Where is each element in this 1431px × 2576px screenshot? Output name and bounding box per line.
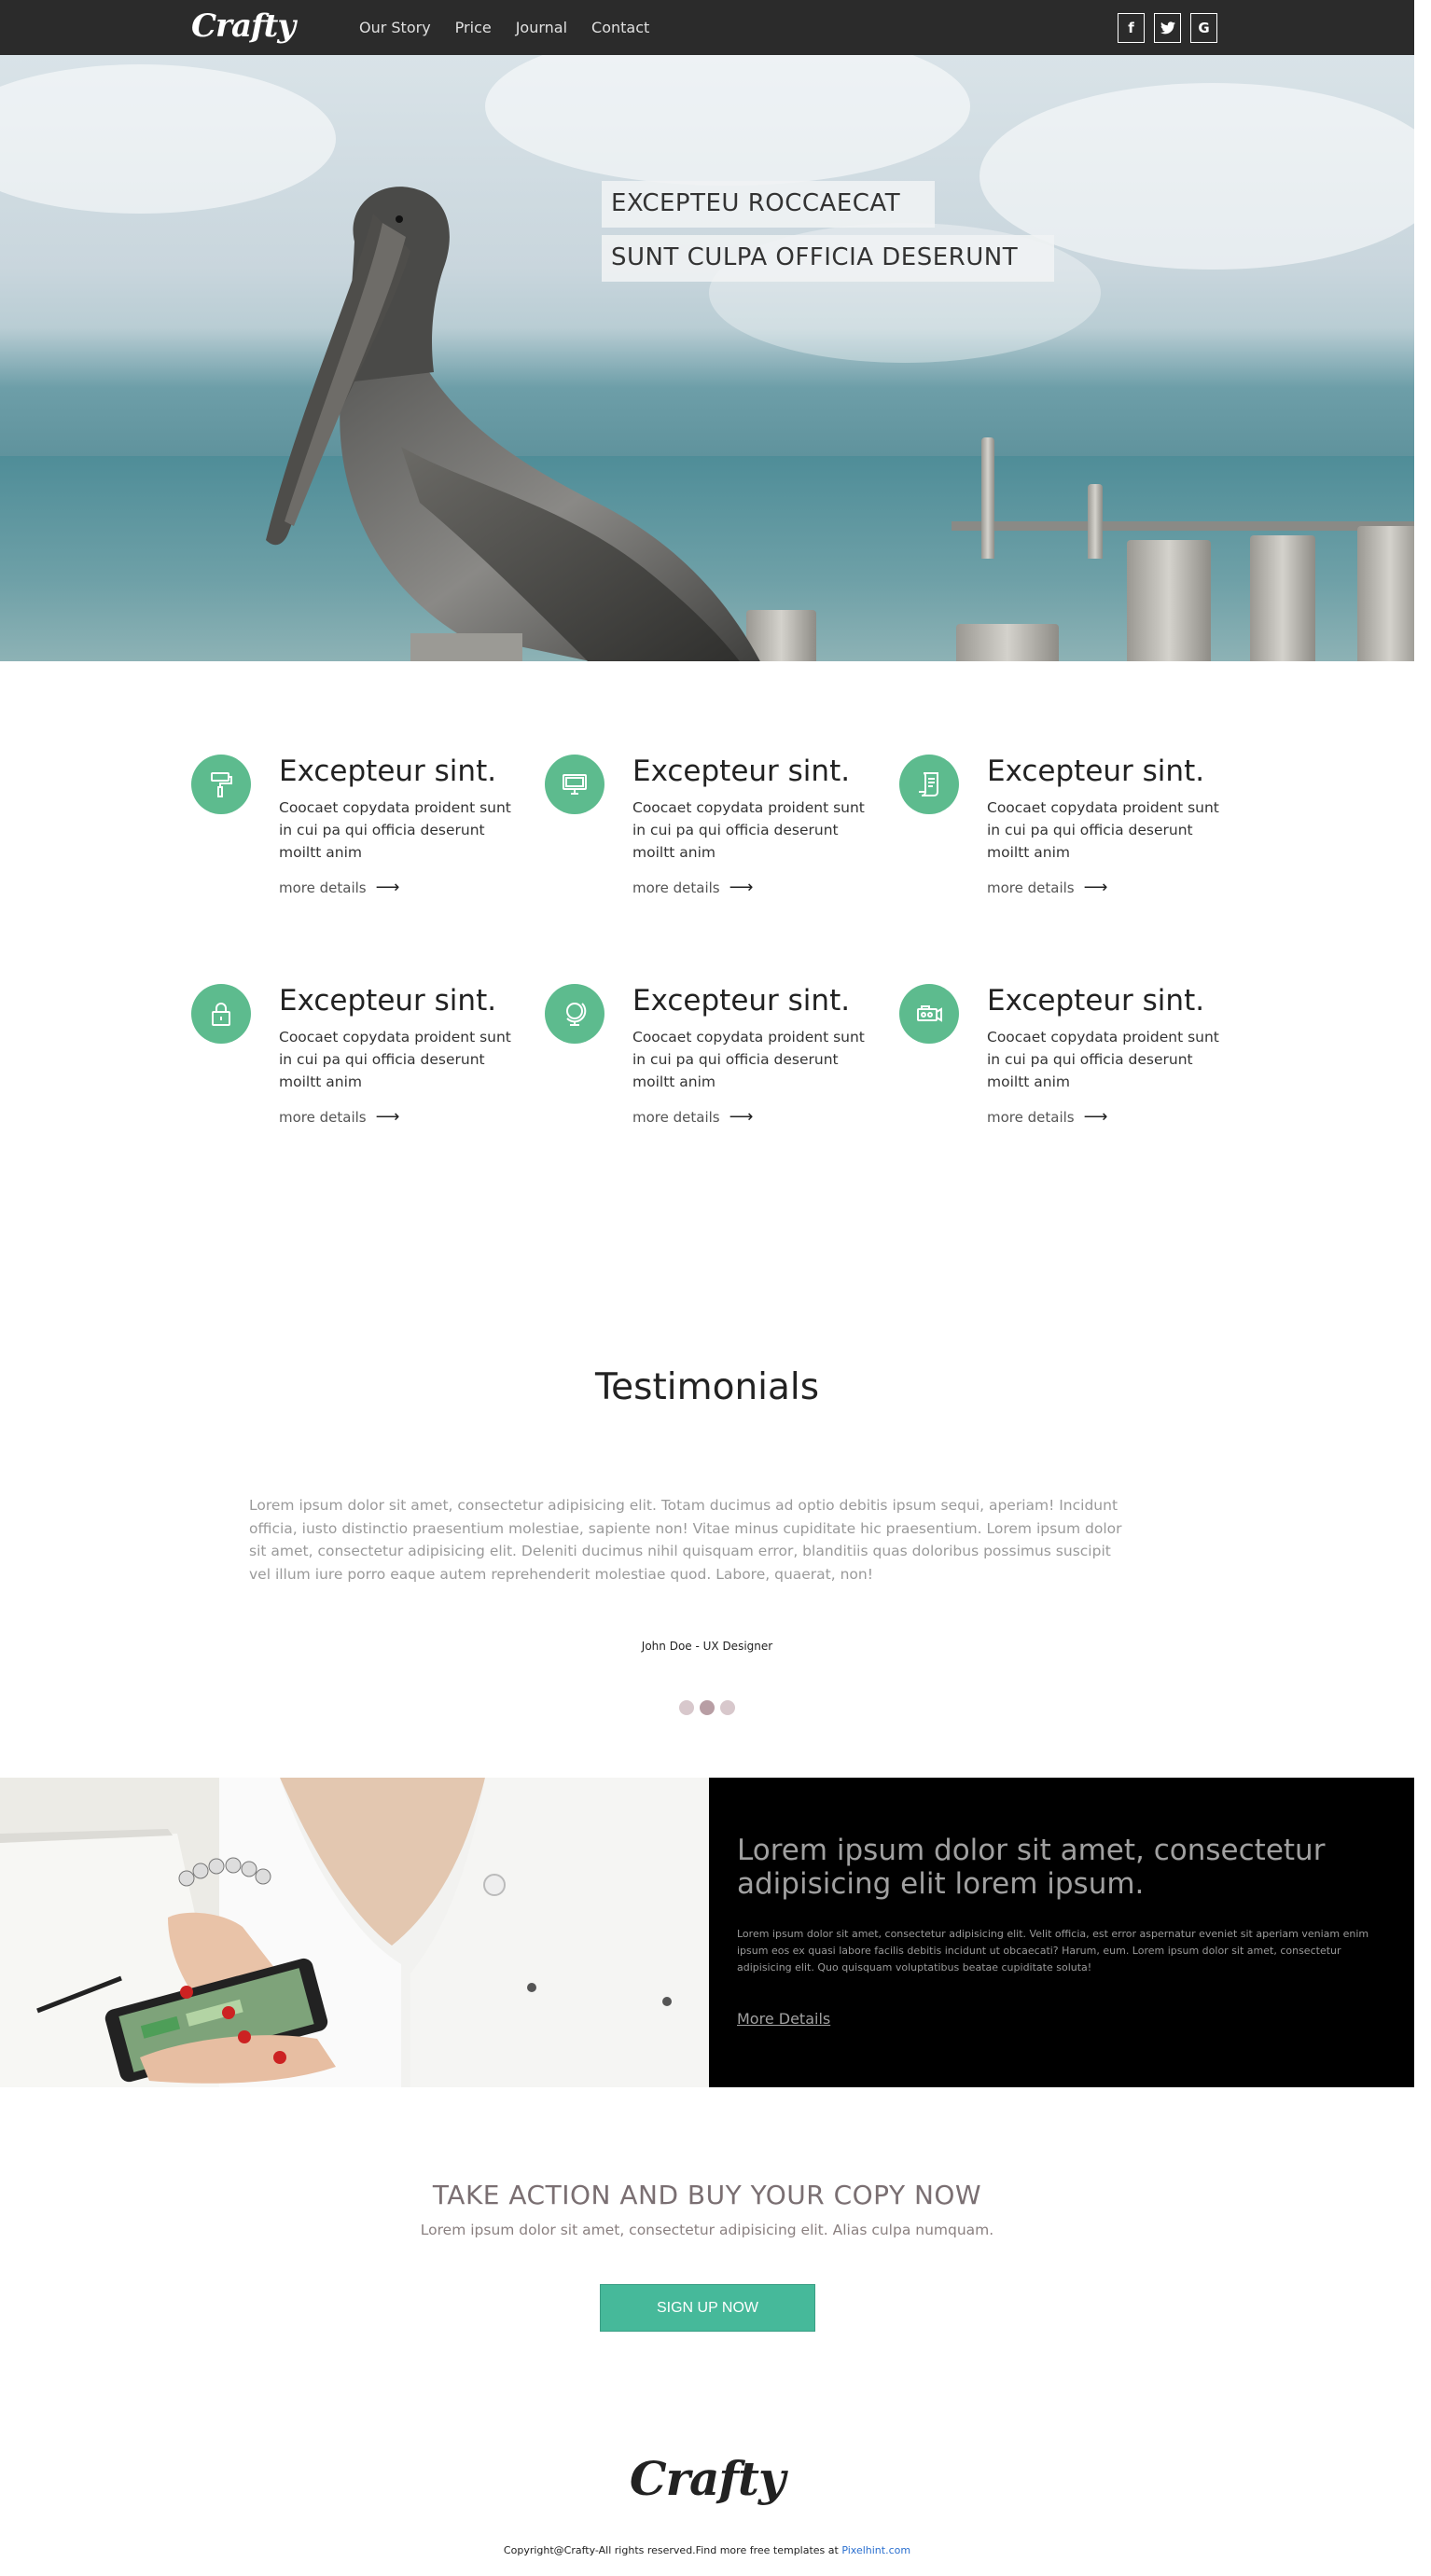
cta-subtitle: Lorem ipsum dolor sit amet, consectetur …	[420, 2222, 994, 2238]
footer-logo[interactable]: Crafty	[0, 2451, 1414, 2506]
more-details-label[interactable]: more details	[279, 1109, 367, 1126]
feature-title: Excepteur sint.	[279, 984, 497, 1018]
feature-text: Coocaet copydata proident sunt in cui pa…	[987, 799, 1219, 861]
testimonials-title: Testimonials	[594, 1366, 820, 1408]
copyright: Copyright@Crafty-All rights reserved.Fin…	[0, 2544, 1414, 2556]
testimonial-quote: Lorem ipsum dolor sit amet, consectetur …	[249, 1497, 1122, 1583]
pier-post	[956, 624, 1059, 661]
nav-link-contact[interactable]: Contact	[591, 19, 649, 36]
cta-title: TAKE ACTION AND BUY YOUR COPY NOW	[432, 2180, 982, 2210]
arrow-right-icon: ⟶	[729, 1107, 754, 1127]
navbar: Crafty Our Story Price Journal Contact f…	[0, 0, 1414, 55]
facebook-icon[interactable]: f	[1118, 13, 1145, 43]
hero-caption-1: EXCEPTEU ROCCAECAT	[602, 181, 935, 228]
more-details-link[interactable]: more details ⟶	[987, 1107, 1107, 1127]
feature-title: Excepteur sint.	[632, 984, 851, 1018]
pier-post	[981, 437, 994, 559]
more-details-label[interactable]: more details	[279, 879, 367, 896]
more-details-label[interactable]: more details	[632, 879, 720, 896]
nav-link-our-story[interactable]: Our Story	[359, 19, 431, 36]
more-details-label[interactable]: more details	[987, 1109, 1075, 1126]
feature-title: Excepteur sint.	[279, 755, 497, 788]
arrow-right-icon: ⟶	[1083, 1107, 1108, 1127]
page: Crafty Our Story Price Journal Contact f…	[0, 0, 1431, 2576]
hero-caption-2: SUNT CULPA OFFICIA DESERUNT	[602, 235, 1054, 282]
scroll-icon	[899, 755, 959, 814]
more-details-link[interactable]: More Details	[737, 2010, 830, 2028]
pier-post	[1088, 484, 1103, 559]
feature-text: Coocaet copydata proident sunt in cui pa…	[632, 799, 865, 861]
pier	[952, 521, 1414, 531]
phone-in-hand-image	[0, 1778, 709, 2087]
carousel-dot-3[interactable]	[720, 1700, 735, 1715]
carousel-dot-2[interactable]	[700, 1700, 715, 1715]
more-details-link[interactable]: more details ⟶	[987, 878, 1107, 897]
promo-panel: Lorem ipsum dolor sit amet, consectetur …	[709, 1778, 1414, 2087]
social-links: f G	[1118, 13, 1217, 43]
copyright-text: Copyright@Crafty-All rights reserved.Fin…	[503, 2544, 842, 2556]
pier-post	[1250, 535, 1315, 661]
paint-roller-icon	[191, 755, 251, 814]
more-details-link[interactable]: more details ⟶	[632, 1107, 753, 1127]
more-details-link[interactable]: more details ⟶	[632, 878, 753, 897]
carousel-dot-1[interactable]	[679, 1700, 694, 1715]
feature-text: Coocaet copydata proident sunt in cui pa…	[279, 799, 511, 861]
photo-illustration	[0, 1778, 709, 2087]
feature-card: Excepteur sint. Coocaet copydata proiden…	[545, 755, 881, 922]
nav-link-price[interactable]: Price	[455, 19, 492, 36]
logo[interactable]: Crafty	[191, 7, 296, 45]
feature-title: Excepteur sint.	[987, 984, 1205, 1018]
feature-card: Excepteur sint. Coocaet copydata proiden…	[545, 984, 881, 1152]
pier-post	[1127, 540, 1211, 661]
pier-post	[1357, 526, 1414, 661]
twitter-icon[interactable]	[1154, 13, 1181, 43]
padlock-icon	[191, 984, 251, 1044]
promo-text: Lorem ipsum dolor sit amet, consectetur …	[737, 1928, 1369, 1974]
google-plus-icon[interactable]: G	[1190, 13, 1217, 43]
nav-links: Our Story Price Journal Contact	[359, 0, 674, 55]
arrow-right-icon: ⟶	[729, 878, 754, 897]
promo-heading: Lorem ipsum dolor sit amet, consectetur …	[737, 1834, 1326, 1901]
arrow-right-icon: ⟶	[375, 1107, 400, 1127]
feature-text: Coocaet copydata proident sunt in cui pa…	[632, 1029, 865, 1090]
more-details-label[interactable]: more details	[987, 879, 1075, 896]
feature-title: Excepteur sint.	[632, 755, 851, 788]
feature-text: Coocaet copydata proident sunt in cui pa…	[987, 1029, 1219, 1090]
hero-banner: EXCEPTEU ROCCAECAT SUNT CULPA OFFICIA DE…	[0, 55, 1414, 661]
more-details-label[interactable]: more details	[632, 1109, 720, 1126]
nav-link-journal[interactable]: Journal	[516, 19, 567, 36]
sign-up-button[interactable]: SIGN UP NOW	[600, 2284, 815, 2332]
feature-card: Excepteur sint. Coocaet copydata proiden…	[899, 755, 1235, 922]
monitor-icon	[545, 755, 604, 814]
more-details-link[interactable]: more details ⟶	[279, 878, 399, 897]
arrow-right-icon: ⟶	[375, 878, 400, 897]
video-camera-icon	[899, 984, 959, 1044]
more-details-link[interactable]: more details ⟶	[279, 1107, 399, 1127]
feature-card: Excepteur sint. Coocaet copydata proiden…	[191, 755, 527, 922]
testimonial-author: John Doe - UX Designer	[641, 1640, 773, 1653]
feature-card: Excepteur sint. Coocaet copydata proiden…	[899, 984, 1235, 1152]
feature-title: Excepteur sint.	[987, 755, 1205, 788]
globe-icon	[545, 984, 604, 1044]
feature-card: Excepteur sint. Coocaet copydata proiden…	[191, 984, 527, 1152]
arrow-right-icon: ⟶	[1083, 878, 1108, 897]
carousel-dots	[679, 1700, 735, 1715]
pixelhint-link[interactable]: Pixelhint.com	[841, 2544, 910, 2556]
feature-text: Coocaet copydata proident sunt in cui pa…	[279, 1029, 511, 1090]
